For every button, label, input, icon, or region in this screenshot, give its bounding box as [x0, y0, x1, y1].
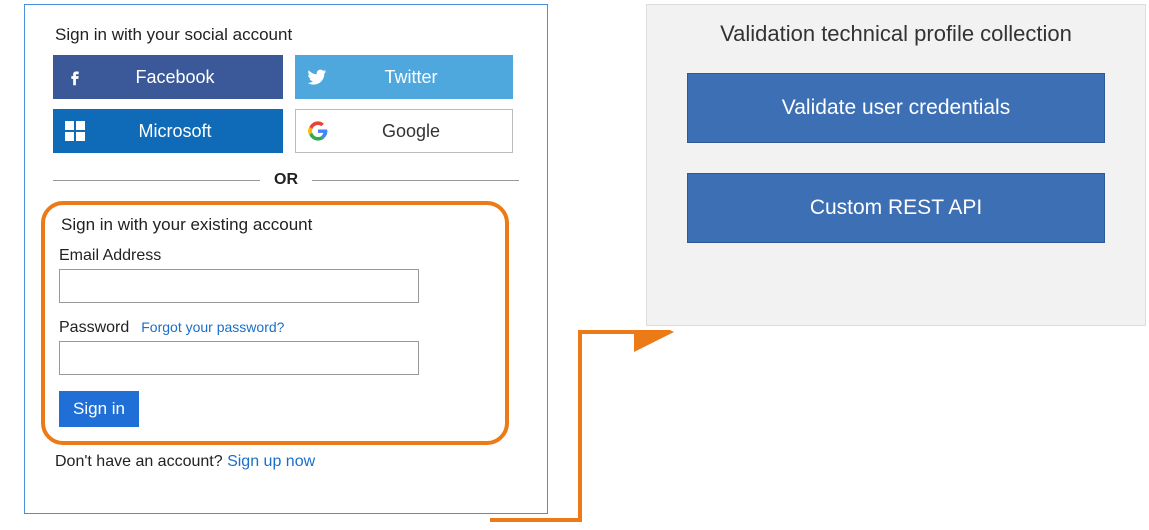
- or-label: OR: [274, 171, 298, 189]
- microsoft-label: Microsoft: [97, 121, 283, 142]
- microsoft-icon: [53, 121, 97, 141]
- email-input[interactable]: [59, 269, 419, 303]
- facebook-label: Facebook: [97, 67, 283, 88]
- facebook-button[interactable]: Facebook: [53, 55, 283, 99]
- twitter-icon: [295, 66, 339, 88]
- microsoft-button[interactable]: Microsoft: [53, 109, 283, 153]
- signup-link[interactable]: Sign up now: [227, 453, 315, 470]
- email-label: Email Address: [59, 247, 161, 265]
- signup-prompt-row: Don't have an account? Sign up now: [55, 453, 519, 471]
- validation-block-rest-api: Custom REST API: [687, 173, 1105, 243]
- divider-line-right: [312, 180, 519, 181]
- local-signin-highlight-box: Sign in with your existing account Email…: [41, 201, 509, 445]
- signin-button[interactable]: Sign in: [59, 391, 139, 427]
- password-input[interactable]: [59, 341, 419, 375]
- local-signin-heading: Sign in with your existing account: [61, 215, 491, 235]
- divider-line-left: [53, 180, 260, 181]
- social-row-2: Microsoft Google: [53, 109, 519, 153]
- signin-panel: Sign in with your social account Faceboo…: [24, 4, 548, 514]
- validation-block-credentials: Validate user credentials: [687, 73, 1105, 143]
- twitter-label: Twitter: [339, 67, 513, 88]
- or-divider: OR: [53, 171, 519, 189]
- google-icon: [296, 121, 340, 141]
- social-signin-heading: Sign in with your social account: [55, 25, 519, 45]
- google-label: Google: [340, 121, 512, 142]
- signup-prompt-text: Don't have an account?: [55, 453, 223, 470]
- google-button[interactable]: Google: [295, 109, 513, 153]
- forgot-password-link[interactable]: Forgot your password?: [141, 319, 284, 335]
- twitter-button[interactable]: Twitter: [295, 55, 513, 99]
- facebook-icon: [53, 66, 97, 88]
- validation-profile-collection-panel: Validation technical profile collection …: [646, 4, 1146, 326]
- validation-panel-title: Validation technical profile collection: [687, 21, 1105, 47]
- password-label: Password: [59, 319, 129, 337]
- social-row-1: Facebook Twitter: [53, 55, 519, 99]
